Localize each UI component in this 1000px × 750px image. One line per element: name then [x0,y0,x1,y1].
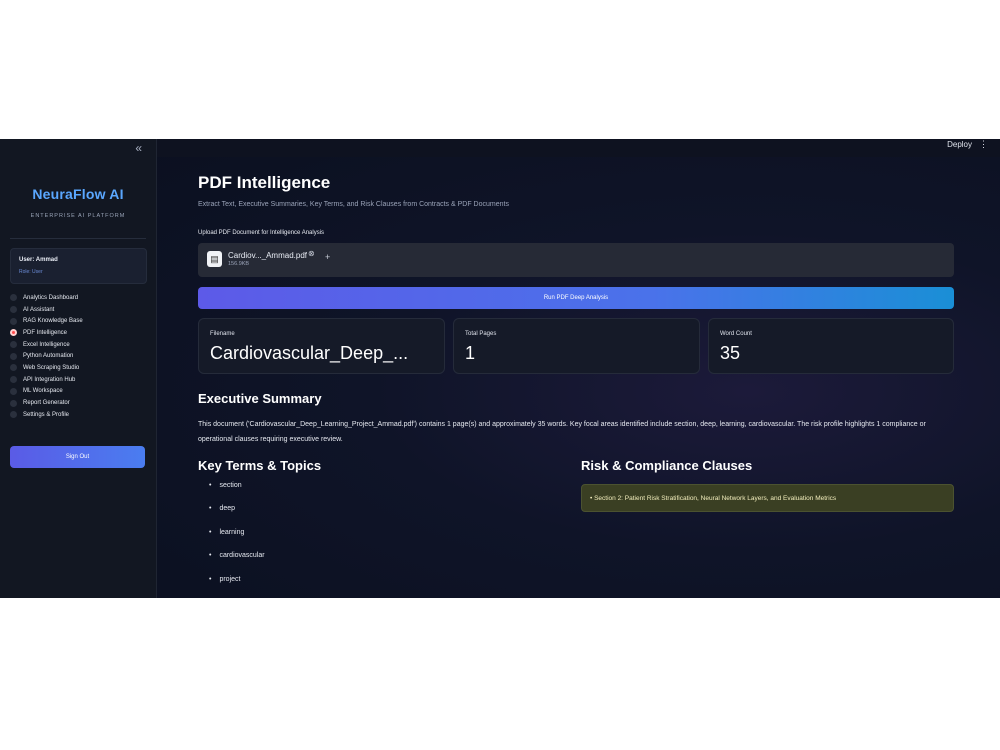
app-window: « NeuraFlow AI ENTERPRISE AI PLATFORM Us… [0,139,1000,598]
key-term-item: project [209,576,265,598]
nav-python-automation[interactable]: Python Automation [10,350,83,362]
radio-selected-icon[interactable] [10,329,17,337]
key-terms-list: section deep learning cardiovascular pro… [209,482,265,598]
metric-filename: Filename Cardiovascular_Deep_... [198,318,445,374]
radio-icon[interactable] [10,317,17,325]
nav-pdf-intelligence[interactable]: PDF Intelligence [10,327,83,339]
key-term-item: section [209,482,265,505]
nav-excel-intelligence[interactable]: Excel Intelligence [10,339,83,351]
metric-label: Total Pages [465,331,497,337]
nav-report-generator[interactable]: Report Generator [10,397,83,409]
remove-file-icon[interactable]: ⊗ [308,249,315,258]
deploy-button[interactable]: Deploy [947,140,972,149]
nav-ml-workspace[interactable]: ML Workspace [10,386,83,398]
metric-value: 1 [465,343,476,363]
executive-summary-heading: Executive Summary [198,391,322,406]
nav-rag-knowledge-base[interactable]: RAG Knowledge Base [10,315,83,327]
add-file-icon[interactable]: + [325,252,330,262]
top-bar: Deploy ⋮ [157,139,1000,157]
nav-web-scraping-studio[interactable]: Web Scraping Studio [10,362,83,374]
key-terms-heading: Key Terms & Topics [198,458,322,473]
metric-value: 35 [720,343,741,363]
radio-icon[interactable] [10,352,17,360]
metric-label: Word Count [720,331,752,337]
nav-label: Web Scraping Studio [23,364,80,371]
metric-word-count: Word Count 35 [708,318,954,374]
nav-label: Analytics Dashboard [23,294,79,301]
nav-label: API Integration Hub [23,376,76,383]
nav-label: RAG Knowledge Base [23,318,83,325]
radio-icon[interactable] [10,411,17,419]
collapse-sidebar-icon[interactable]: « [135,141,142,155]
main-content: Deploy ⋮ PDF Intelligence Extract Text, … [157,139,1000,598]
risk-heading: Risk & Compliance Clauses [581,458,753,473]
radio-icon[interactable] [10,376,17,384]
metric-value: Cardiovascular_Deep_... [210,343,409,363]
executive-summary-text: This document ('Cardiovascular_Deep_Lear… [198,421,926,443]
metric-label: Filename [210,331,235,337]
brand-title: NeuraFlow AI [32,186,124,202]
sign-out-button[interactable]: Sign Out [10,446,145,468]
key-term-item: deep [209,505,265,528]
radio-icon[interactable] [10,341,17,349]
radio-icon[interactable] [10,387,17,395]
user-name: User: Ammad [19,257,58,263]
user-card: User: Ammad Role: User [10,248,147,284]
nav-label: ML Workspace [23,388,63,395]
page-title: PDF Intelligence [198,173,331,192]
sidebar: « NeuraFlow AI ENTERPRISE AI PLATFORM Us… [0,139,157,598]
nav-label: Report Generator [23,400,70,407]
radio-icon[interactable] [10,399,17,407]
radio-icon[interactable] [10,364,17,372]
sidebar-divider [10,238,146,239]
risk-clause-callout: • Section 2: Patient Risk Stratification… [581,484,954,512]
nav-label: PDF Intelligence [23,329,68,336]
file-icon: ▤ [207,251,222,267]
nav-api-integration-hub[interactable]: API Integration Hub [10,374,83,386]
key-term-item: cardiovascular [209,552,264,575]
page-subtitle: Extract Text, Executive Summaries, Key T… [198,201,509,208]
nav-analytics-dashboard[interactable]: Analytics Dashboard [10,292,83,304]
uploaded-file-name: Cardiov..._Ammad.pdf [228,251,307,260]
nav-label: Settings & Profile [23,411,70,418]
key-term-item: learning [209,529,265,552]
nav-label: Excel Intelligence [23,341,70,348]
uploaded-file-size: 156.9KB [228,261,250,267]
nav-ai-assistant[interactable]: AI Assistant [10,304,83,316]
upload-label: Upload PDF Document for Intelligence Ana… [198,230,325,236]
more-menu-icon[interactable]: ⋮ [979,139,988,150]
run-analysis-button[interactable]: Run PDF Deep Analysis [198,287,954,309]
nav-settings-profile[interactable]: Settings & Profile [10,409,83,421]
user-role: Role: User [19,269,43,275]
radio-icon[interactable] [10,294,17,302]
nav-label: Python Automation [23,353,74,360]
file-dropzone[interactable]: ▤ Cardiov..._Ammad.pdf 156.9KB ⊗ + [198,243,954,277]
brand-tagline: ENTERPRISE AI PLATFORM [30,213,126,219]
nav-label: AI Assistant [23,306,55,313]
sidebar-nav: Analytics Dashboard AI Assistant RAG Kno… [10,292,83,421]
metric-total-pages: Total Pages 1 [453,318,700,374]
radio-icon[interactable] [10,306,17,314]
